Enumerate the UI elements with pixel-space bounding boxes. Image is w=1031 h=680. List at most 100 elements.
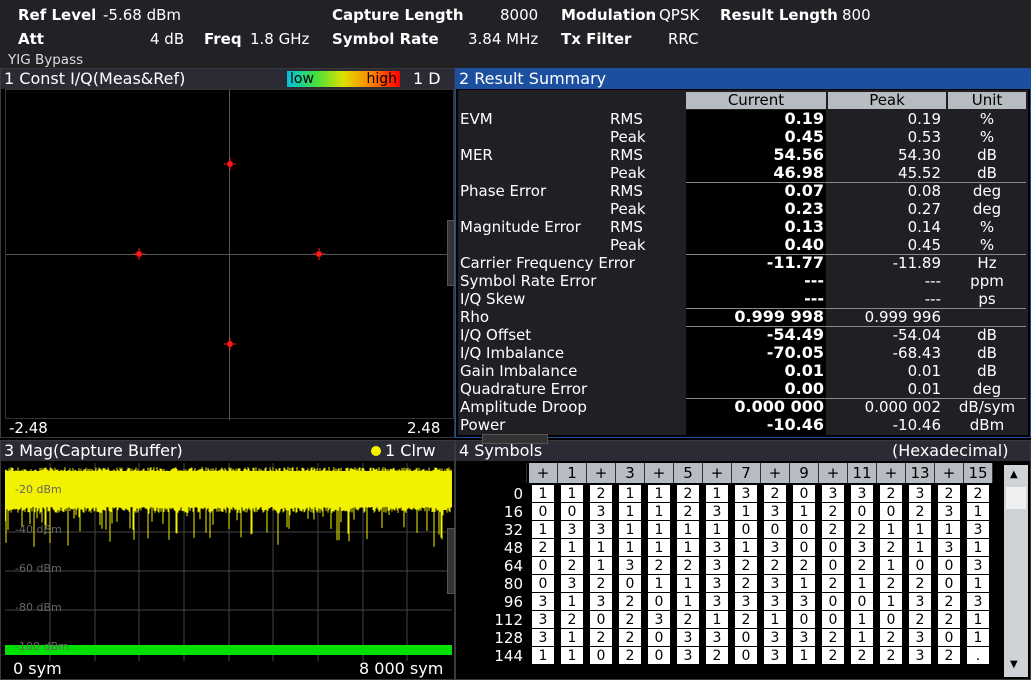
constellation-title-bar[interactable]: 1 Const I/Q(Meas&Ref) low high 1 D: [1, 69, 454, 89]
symbol-cell: 3: [706, 593, 729, 611]
scrollbar-thumb[interactable]: [1006, 487, 1026, 509]
result-length-value[interactable]: 800: [842, 6, 871, 24]
result-unit: ppm: [970, 272, 1004, 290]
symbol-cell: 3: [619, 557, 642, 575]
ref-level-value[interactable]: -5.68 dBm: [103, 6, 181, 24]
capture-trace-label: 1 Clrw: [385, 441, 436, 460]
capture-buffer-title-bar[interactable]: 3 Mag(Capture Buffer) 1 Clrw: [1, 441, 454, 461]
symbols-scrollbar[interactable]: ▲ ▼: [1004, 465, 1028, 677]
att-value[interactable]: 4 dB: [150, 30, 184, 48]
scroll-down-icon[interactable]: ▼: [1010, 659, 1018, 670]
symbol-cell: 1: [677, 521, 700, 539]
result-unit: deg: [972, 182, 1002, 200]
result-length-label: Result Length: [720, 6, 838, 24]
symbol-cell: 1: [880, 557, 903, 575]
symbol-cell: 2: [851, 521, 874, 539]
symbol-cell: 0: [851, 593, 874, 611]
result-current: 0.23: [784, 199, 824, 218]
result-name: I/Q Imbalance: [460, 344, 565, 362]
tx-filter-value[interactable]: RRC: [668, 30, 699, 48]
symbol-cell: 1: [561, 539, 584, 557]
symbols-col-header: 9: [790, 463, 819, 483]
symbol-cell: 1: [880, 593, 903, 611]
symbol-cell: 2: [822, 647, 845, 665]
symbol-rate-value[interactable]: 3.84 MHz: [468, 30, 538, 48]
result-peak: 0.01: [907, 380, 941, 398]
result-summary-title-bar[interactable]: 2 Result Summary: [456, 69, 1030, 89]
result-unit: ps: [978, 290, 996, 308]
symbol-cell: 2: [851, 557, 874, 575]
symbol-cell: 1: [648, 539, 671, 557]
result-current: 54.56: [773, 145, 824, 164]
constellation-plot[interactable]: [5, 89, 455, 420]
result-peak: -10.46: [892, 416, 941, 434]
symbol-cell: 3: [706, 575, 729, 593]
y-label-4: -100 dBm: [15, 640, 69, 653]
symbol-cell: 1: [677, 593, 700, 611]
splitter-handle[interactable]: [447, 528, 455, 594]
symbol-cell: 0: [822, 539, 845, 557]
symbol-cell: 1: [764, 611, 787, 629]
symbol-cell: 0: [880, 611, 903, 629]
symbols-col-header: +: [703, 463, 732, 483]
result-sub: Peak: [610, 236, 646, 254]
symbol-cell: 2: [619, 629, 642, 647]
symbol-cell: 2: [561, 611, 584, 629]
capture-buffer-title: 3 Mag(Capture Buffer): [4, 441, 183, 460]
result-peak: 45.52: [898, 164, 941, 182]
symbols-row-label: 16: [503, 503, 523, 521]
result-unit: Hz: [977, 254, 997, 272]
symbol-cell: 1: [590, 539, 613, 557]
symbol-cell: 0: [938, 575, 961, 593]
y-label-0: -20 dBm: [15, 483, 62, 496]
symbol-cell: 1: [967, 539, 990, 557]
symbol-cell: 3: [706, 539, 729, 557]
symbol-cell: 3: [590, 521, 613, 539]
result-sub: RMS: [610, 110, 643, 128]
symbol-cell: 3: [677, 647, 700, 665]
constellation-panel[interactable]: 1 Const I/Q(Meas&Ref) low high 1 D -2.48…: [0, 68, 455, 438]
symbols-row-label: 144: [494, 647, 523, 665]
scroll-up-icon[interactable]: ▲: [1010, 469, 1018, 480]
symbol-cell: 2: [532, 539, 555, 557]
constellation-point: [133, 248, 145, 260]
modulation-value[interactable]: QPSK: [659, 6, 699, 24]
result-current: 0.000 000: [734, 397, 824, 416]
symbol-cell: 3: [735, 593, 758, 611]
symbols-format: (Hexadecimal): [892, 441, 1009, 460]
result-peak: 0.45: [907, 236, 941, 254]
symbol-cell: 0: [909, 557, 932, 575]
symbol-cell: 3: [764, 647, 787, 665]
capture-buffer-plot[interactable]: [5, 463, 452, 661]
symbols-title-bar[interactable]: 4 Symbols (Hexadecimal): [456, 441, 1030, 461]
color-scale-bar: low high: [287, 71, 400, 87]
result-current: -54.49: [766, 325, 824, 344]
limit-line: [5, 645, 452, 655]
result-unit: %: [979, 218, 995, 236]
symbol-cell: 1: [967, 629, 990, 647]
capture-length-value[interactable]: 8000: [500, 6, 538, 24]
symbol-cell: 2: [735, 557, 758, 575]
symbol-cell: 2: [590, 485, 613, 503]
symbol-cell: 3: [648, 611, 671, 629]
symbol-cell: 3: [822, 485, 845, 503]
capture-buffer-panel[interactable]: 3 Mag(Capture Buffer) 1 Clrw -20 dBm -40…: [0, 440, 455, 680]
result-unit: dBm: [969, 416, 1005, 434]
constellation-point: [224, 158, 236, 170]
freq-value[interactable]: 1.8 GHz: [250, 30, 309, 48]
symbol-cell: 0: [851, 503, 874, 521]
result-sub: Peak: [610, 164, 646, 182]
result-unit: dB/sym: [958, 398, 1016, 416]
symbol-cell: 2: [735, 575, 758, 593]
symbol-cell: 1: [938, 521, 961, 539]
result-name: Quadrature Error: [460, 380, 588, 398]
result-name: Symbol Rate Error: [460, 272, 597, 290]
result-summary-title: 2 Result Summary: [459, 69, 607, 88]
result-sub: Peak: [610, 128, 646, 146]
symbols-row-label: 48: [503, 539, 523, 557]
trace-indicator-icon: [371, 446, 381, 456]
splitter-handle[interactable]: [482, 434, 548, 444]
splitter-handle[interactable]: [447, 220, 455, 286]
capture-x-min: 0 sym: [13, 659, 62, 678]
symbol-cell: 0: [793, 485, 816, 503]
